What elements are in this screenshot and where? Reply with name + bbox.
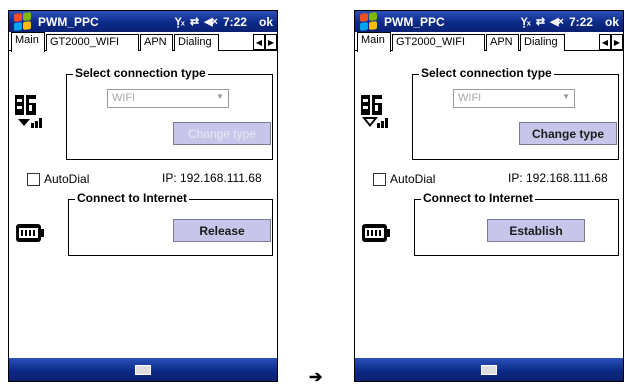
device-screen-after: PWM_PPC Y͓ₓ ⇄ ◀× 7:22 ok Main GT2000_WIF… [354, 10, 624, 382]
autodial-checkbox[interactable] [27, 172, 40, 186]
title-bar: PWM_PPC Y͓ₓ ⇄ ◀× 7:22 ok [9, 11, 277, 32]
tab-scroll-left-icon[interactable]: ◀ [599, 34, 611, 50]
tab-apn[interactable]: APN [140, 34, 173, 51]
clock[interactable]: 7:22 [569, 15, 593, 29]
change-type-button[interactable]: Change type [519, 122, 617, 145]
transition-arrow-icon: ➔ [309, 369, 323, 386]
3g-network-icon [15, 95, 42, 128]
tab-scroll-left-icon[interactable]: ◀ [253, 34, 265, 50]
connect-internet-group: Connect to Internet Establish [414, 191, 619, 256]
connection-type-select[interactable]: WIFI ▼ [453, 89, 575, 108]
ip-address: IP: 192.168.111.68 [162, 171, 262, 185]
chevron-down-icon: ▼ [216, 92, 224, 101]
autodial-label: AutoDial [390, 172, 436, 186]
ip-address: IP: 192.168.111.68 [508, 171, 608, 185]
autodial-checkbox-row[interactable]: AutoDial [373, 172, 435, 186]
connectivity-icon[interactable]: ⇄ [190, 15, 199, 28]
menu-bar [355, 358, 623, 381]
keyboard-icon[interactable] [135, 364, 151, 375]
modem-battery-icon [362, 224, 390, 242]
ok-button[interactable]: ok [259, 15, 273, 29]
connection-type-label: Select connection type [73, 66, 208, 80]
tab-scroll-right-icon[interactable]: ▶ [265, 34, 277, 50]
app-title: PWM_PPC [384, 14, 445, 29]
modem-battery-icon [16, 224, 44, 242]
menu-bar [9, 358, 277, 381]
connectivity-icon[interactable]: ⇄ [536, 15, 545, 28]
start-menu-icon[interactable] [14, 12, 31, 31]
tab-scroll: ◀ ▶ [599, 34, 623, 50]
connection-type-select[interactable]: WIFI ▼ [107, 89, 229, 108]
connect-internet-group: Connect to Internet Release [68, 191, 273, 256]
connect-internet-label: Connect to Internet [421, 191, 535, 205]
start-menu-icon[interactable] [360, 12, 377, 31]
establish-button[interactable]: Establish [487, 219, 585, 242]
clock[interactable]: 7:22 [223, 15, 247, 29]
connect-internet-label: Connect to Internet [75, 191, 189, 205]
signal-off-icon[interactable]: Y͓ₓ [174, 16, 184, 28]
tab-strip: Main GT2000_WIFI APN Dialing ◀ ▶ [9, 32, 277, 52]
connection-type-value: WIFI [112, 92, 136, 104]
device-screen-before: PWM_PPC Y͓ₓ ⇄ ◀× 7:22 ok Main GT2000_WIF… [8, 10, 278, 382]
tab-dialing[interactable]: Dialing [520, 34, 565, 51]
autodial-checkbox[interactable] [373, 172, 386, 186]
signal-off-icon[interactable]: Y͓ₓ [520, 16, 530, 28]
autodial-label: AutoDial [44, 172, 90, 186]
tab-gt2000-wifi[interactable]: GT2000_WIFI [46, 34, 139, 51]
3g-network-icon [361, 95, 388, 128]
change-type-button[interactable]: Change type [173, 122, 271, 145]
tab-scroll-right-icon[interactable]: ▶ [611, 34, 623, 50]
connection-type-label: Select connection type [419, 66, 554, 80]
title-bar: PWM_PPC Y͓ₓ ⇄ ◀× 7:22 ok [355, 11, 623, 32]
volume-mute-icon[interactable]: ◀× [204, 15, 218, 28]
chevron-down-icon: ▼ [562, 92, 570, 101]
tab-strip: Main GT2000_WIFI APN Dialing ◀ ▶ [355, 32, 623, 52]
keyboard-icon[interactable] [481, 364, 497, 375]
tab-main[interactable]: Main [357, 32, 391, 52]
connection-type-group: Select connection type WIFI ▼ Change typ… [412, 66, 619, 160]
tab-apn[interactable]: APN [486, 34, 519, 51]
tab-main[interactable]: Main [11, 32, 45, 52]
autodial-checkbox-row[interactable]: AutoDial [27, 172, 89, 186]
app-title: PWM_PPC [38, 14, 99, 29]
tab-dialing[interactable]: Dialing [174, 34, 219, 51]
ok-button[interactable]: ok [605, 15, 619, 29]
release-button[interactable]: Release [173, 219, 271, 242]
connection-type-group: Select connection type WIFI ▼ Change typ… [66, 66, 273, 160]
volume-mute-icon[interactable]: ◀× [550, 15, 564, 28]
tab-scroll: ◀ ▶ [253, 34, 277, 50]
connection-type-value: WIFI [458, 92, 482, 104]
tab-gt2000-wifi[interactable]: GT2000_WIFI [392, 34, 485, 51]
